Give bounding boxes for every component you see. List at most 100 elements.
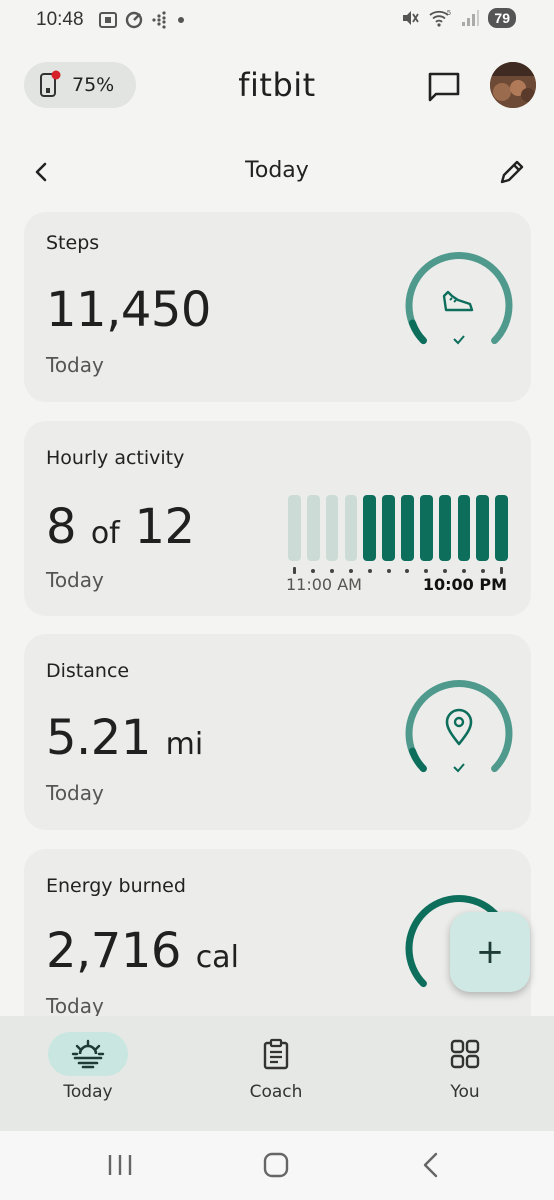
system-navigation-bar: [0, 1131, 554, 1200]
hour-tick: [311, 569, 316, 573]
nav-tab-today[interactable]: Today: [28, 1032, 148, 1102]
nav-tab-coach[interactable]: Coach: [216, 1032, 336, 1102]
hour-tick: [461, 569, 466, 573]
hour-bar: [401, 495, 414, 561]
back-arrow-icon: [423, 1152, 438, 1178]
screenshot-icon: [99, 12, 117, 28]
status-time: 10:48: [36, 9, 84, 30]
mute-icon: [403, 11, 420, 25]
hour-bar: [288, 495, 301, 561]
hour-bar: [344, 495, 358, 561]
hour-bar: [325, 495, 339, 561]
goal-check-icon: [453, 335, 465, 345]
hourly-end-label: 10:00 PM: [422, 575, 507, 594]
nav-label-you: You: [450, 1082, 480, 1102]
hour-tick: [480, 569, 485, 573]
app-title: fitbit: [238, 66, 316, 104]
fitbit-dots-icon: [152, 11, 166, 29]
nav-label-coach: Coach: [249, 1082, 303, 1102]
distance-value: 5.21 mi: [46, 710, 203, 766]
distance-number: 5.21: [46, 710, 151, 766]
hourly-title: Hourly activity: [46, 447, 185, 469]
signal-icon: [462, 10, 480, 26]
chat-icon: [428, 72, 460, 102]
hour-bar: [438, 495, 452, 561]
nav-label-today: Today: [63, 1082, 113, 1102]
nav-tab-you[interactable]: You: [405, 1032, 525, 1102]
home-button[interactable]: [258, 1149, 294, 1181]
hourly-start-label: 11:00 AM: [286, 575, 362, 594]
hourly-activity-card[interactable]: Hourly activity 8 of 12 Today 11:00 AM 1…: [24, 421, 531, 616]
grid-icon: [450, 1039, 480, 1069]
energy-unit: cal: [195, 940, 239, 975]
sunrise-icon: [71, 1039, 105, 1069]
battery-indicator: 79: [488, 8, 516, 28]
bottom-navigation: Today Coach You: [0, 1016, 554, 1131]
clipboard-icon: [263, 1038, 289, 1070]
recents-icon: [108, 1155, 132, 1175]
status-system-icons: 5 79: [400, 8, 516, 28]
hour-bar: [306, 495, 320, 561]
profile-photo-icon: [490, 62, 536, 108]
hour-bar: [476, 495, 490, 561]
status-bar: 10:48 5 79: [0, 0, 554, 44]
energy-number: 2,716: [46, 923, 181, 979]
hour-tick: [367, 569, 372, 573]
hour-tick: [386, 569, 391, 573]
distance-sub: Today: [46, 781, 104, 805]
hourly-value: 8 of 12: [46, 499, 195, 555]
hour-tick: [348, 569, 353, 573]
recent-apps-button[interactable]: [102, 1149, 138, 1181]
add-log-button[interactable]: +: [450, 912, 530, 992]
hour-bar: [457, 495, 471, 561]
steps-sub: Today: [46, 353, 104, 377]
hour-bar: [382, 495, 395, 561]
hourly-of: of: [90, 516, 120, 551]
distance-card[interactable]: Distance 5.21 mi Today: [24, 634, 531, 830]
wifi-icon: 5: [429, 10, 451, 27]
energy-value: 2,716 cal: [46, 923, 239, 979]
hour-tick: [330, 569, 335, 573]
distance-title: Distance: [46, 660, 130, 682]
hour-bar: [495, 495, 508, 561]
shoe-icon: [442, 290, 474, 312]
distance-unit: mi: [165, 727, 204, 762]
pencil-icon: [500, 160, 524, 184]
hour-bar: [419, 495, 433, 561]
hour-tick: [405, 569, 410, 573]
hourly-bar-chart: [288, 495, 508, 561]
hourly-active-count: 8: [46, 499, 77, 555]
hour-tick: [500, 567, 504, 574]
hour-tick: [292, 567, 296, 574]
nav-you-pill: [425, 1032, 505, 1076]
steps-title: Steps: [46, 232, 100, 254]
status-notification-icons: [98, 10, 186, 30]
hour-bar: [363, 495, 377, 561]
page-title: Today: [245, 158, 309, 183]
system-back-button[interactable]: [414, 1149, 450, 1181]
home-icon: [263, 1152, 289, 1178]
goal-check-icon: [453, 763, 465, 773]
svg-text:5: 5: [447, 10, 451, 17]
dashboard-scroll-area[interactable]: Steps 11,450 Today Hourly activity 8 of …: [0, 212, 554, 1016]
avatar[interactable]: [490, 62, 536, 108]
nav-coach-pill: [236, 1032, 316, 1076]
nav-today-pill: [48, 1032, 128, 1076]
energy-sub: Today: [46, 994, 104, 1016]
edit-button[interactable]: [496, 156, 528, 188]
steps-card[interactable]: Steps 11,450 Today: [24, 212, 531, 402]
refresh-icon: [125, 11, 143, 29]
hourly-total: 12: [134, 499, 196, 555]
steps-value: 11,450: [46, 282, 211, 338]
dot-icon: [178, 17, 184, 23]
steps-progress-ring: [405, 251, 513, 345]
distance-progress-ring: [405, 679, 513, 773]
hourly-tick-row: [288, 567, 508, 574]
hour-tick: [443, 569, 448, 573]
messages-button[interactable]: [424, 66, 464, 106]
location-pin-icon: [445, 708, 473, 746]
hour-tick: [424, 569, 429, 573]
hourly-sub: Today: [46, 568, 104, 592]
energy-title: Energy burned: [46, 875, 186, 897]
plus-icon: +: [475, 932, 505, 972]
